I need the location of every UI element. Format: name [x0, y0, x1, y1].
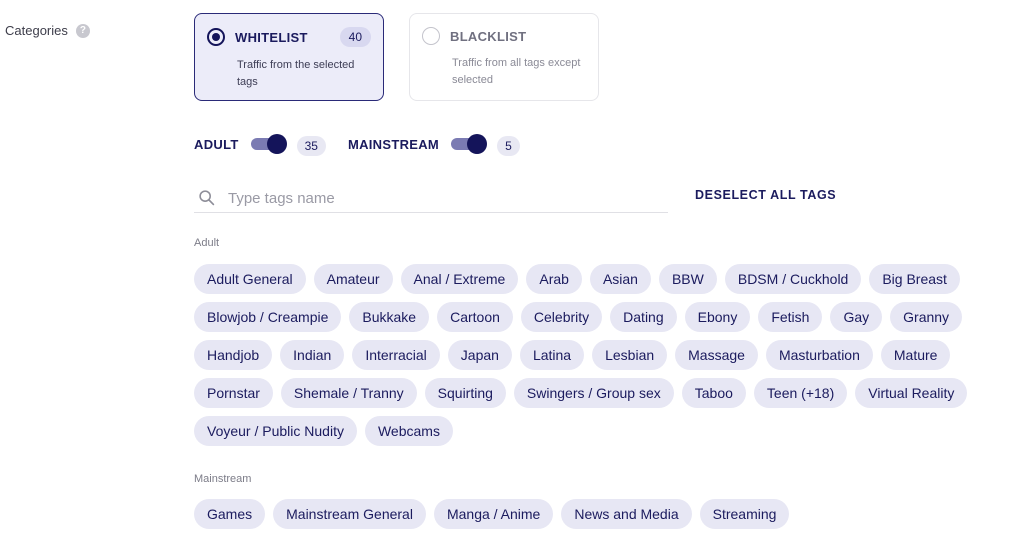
- tag-chip[interactable]: Bukkake: [349, 302, 430, 332]
- tag-chip[interactable]: Asian: [589, 264, 651, 294]
- tag-chip[interactable]: Voyeur / Public Nudity: [194, 416, 357, 446]
- tag-chip[interactable]: BDSM / Cuckhold: [724, 264, 862, 294]
- tag-chip[interactable]: Massage: [675, 340, 758, 370]
- tag-chip[interactable]: Webcams: [364, 416, 453, 446]
- tag-chip[interactable]: Manga / Anime: [433, 499, 554, 529]
- mainstream-section-label: Mainstream: [194, 473, 252, 485]
- mainstream-tag-list: Games Mainstream General Manga / Anime News…: [194, 499, 1024, 529]
- tag-chip[interactable]: Cartoon: [437, 302, 513, 332]
- adult-toggle-label: ADULT: [194, 136, 239, 152]
- tag-chip[interactable]: Dating: [610, 302, 677, 332]
- question-circle-icon[interactable]: ?: [75, 23, 90, 38]
- tag-chip[interactable]: Lesbian: [592, 340, 668, 370]
- tag-chip[interactable]: Pornstar: [194, 378, 273, 408]
- tag-chip[interactable]: Adult General: [194, 264, 306, 294]
- categories-label: Categories ?: [5, 23, 90, 38]
- tag-chip[interactable]: Blowjob / Creampie: [194, 302, 342, 332]
- tag-chip[interactable]: BBW: [658, 264, 717, 294]
- tag-chip[interactable]: Games: [194, 499, 266, 529]
- category-toggles: ADULT 35 MAINSTREAM 5: [194, 132, 542, 156]
- tag-chip[interactable]: Masturbation: [765, 340, 873, 370]
- tag-chip[interactable]: Granny: [890, 302, 963, 332]
- adult-tag-list: Adult General Amateur Anal / Extreme Arab As…: [194, 264, 1024, 446]
- categories-label-text: Categories: [5, 23, 68, 38]
- tag-chip[interactable]: Amateur: [313, 264, 393, 294]
- tag-chip[interactable]: Streaming: [699, 499, 790, 529]
- whitelist-count-badge: 40: [339, 27, 371, 47]
- mainstream-toggle-label: MAINSTREAM: [347, 136, 440, 152]
- tag-chip[interactable]: Anal / Extreme: [400, 264, 519, 294]
- tag-chip[interactable]: Virtual Reality: [855, 378, 968, 408]
- tag-chip[interactable]: Big Breast: [869, 264, 960, 294]
- whitelist-description: Traffic from the selected tags: [237, 59, 355, 88]
- tag-chip[interactable]: Swingers / Group sex: [513, 378, 674, 408]
- tag-chip[interactable]: Latina: [519, 340, 585, 370]
- tag-chip[interactable]: Squirting: [424, 378, 506, 408]
- search-icon: [199, 190, 215, 206]
- tag-chip[interactable]: Shemale / Tranny: [280, 378, 417, 408]
- tag-chip[interactable]: Teen (+18): [753, 378, 848, 408]
- mainstream-toggle-switch[interactable]: [451, 134, 488, 154]
- whitelist-option[interactable]: WHITELIST 40 Traffic from the selected t…: [194, 13, 384, 101]
- whitelist-radio[interactable]: [207, 28, 225, 46]
- blacklist-radio[interactable]: [422, 27, 440, 45]
- blacklist-title: BLACKLIST: [450, 28, 527, 44]
- adult-toggle-switch[interactable]: [250, 134, 287, 154]
- adult-section-label: Adult: [194, 237, 220, 249]
- blacklist-description: Traffic from all tags except selected: [452, 57, 581, 86]
- tag-chip[interactable]: Interracial: [352, 340, 440, 370]
- tag-chip[interactable]: Gay: [830, 302, 883, 332]
- tag-chip[interactable]: Japan: [447, 340, 512, 370]
- mainstream-count-badge: 5: [497, 136, 520, 156]
- tag-search-input[interactable]: [226, 188, 630, 208]
- blacklist-option[interactable]: BLACKLIST Traffic from all tags except s…: [409, 13, 599, 101]
- tag-chip[interactable]: News and Media: [561, 499, 692, 529]
- tag-chip[interactable]: Mature: [880, 340, 951, 370]
- tag-chip[interactable]: Ebony: [684, 302, 751, 332]
- tag-chip[interactable]: Celebrity: [520, 302, 603, 332]
- tag-chip[interactable]: Taboo: [681, 378, 746, 408]
- tag-chip[interactable]: Indian: [280, 340, 345, 370]
- tag-chip[interactable]: Arab: [526, 264, 582, 294]
- deselect-all-button[interactable]: DESELECT ALL TAGS: [695, 188, 836, 202]
- whitelist-title: WHITELIST: [235, 29, 308, 45]
- adult-count-badge: 35: [296, 136, 326, 156]
- tag-chip[interactable]: Fetish: [758, 302, 823, 332]
- tag-search: [194, 184, 668, 213]
- tag-chip[interactable]: Mainstream General: [273, 499, 426, 529]
- tag-chip[interactable]: Handjob: [194, 340, 273, 370]
